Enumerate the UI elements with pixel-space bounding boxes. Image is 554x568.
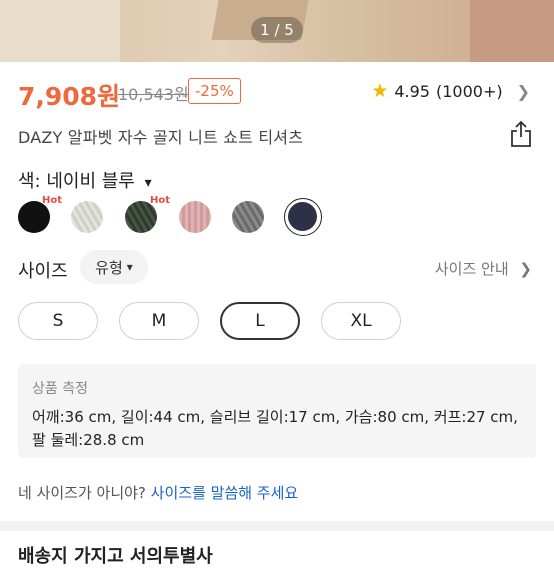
star-icon: ★	[371, 80, 389, 102]
size-option-s[interactable]: S	[18, 302, 98, 340]
size-request-link[interactable]: 사이즈를 말씀해 주세요	[151, 484, 299, 502]
rating-score: 4.95	[394, 81, 430, 101]
share-icon[interactable]	[509, 120, 533, 148]
current-price: 7,908원	[18, 82, 121, 111]
product-title: DAZY 알파벳 자수 골지 니트 쇼트 티셔츠	[18, 128, 304, 147]
size-option-xl[interactable]: XL	[321, 302, 401, 340]
measurements-title: 상품 측정	[32, 381, 88, 397]
discount-badge: -25%	[188, 78, 241, 104]
measurements-text: 어깨:36 cm, 길이:44 cm, 슬리브 길이:17 cm, 가슴:80 …	[32, 408, 518, 449]
size-type-value: 유형	[95, 258, 123, 277]
swatch-light-gray[interactable]	[71, 201, 103, 233]
size-guide-text: 사이즈 안내	[434, 260, 509, 278]
chevron-right-icon: ❯	[516, 81, 530, 101]
chevron-down-icon: ▾	[126, 260, 133, 274]
selected-color-text: 색: 네이비 블루	[18, 171, 135, 192]
size-request-question: 네 사이즈가 아니야?	[18, 484, 151, 502]
product-measurements: 상품 측정 어깨:36 cm, 길이:44 cm, 슬리브 길이:17 cm, …	[18, 364, 536, 458]
size-option-l[interactable]: L	[220, 302, 300, 340]
chevron-right-icon: ❯	[519, 260, 532, 278]
image-page-counter: 1 / 5	[251, 17, 303, 43]
review-count: (1000+)	[435, 81, 503, 101]
original-price: 10,543원	[118, 85, 189, 104]
hot-badge: Hot	[42, 195, 63, 206]
chevron-down-icon: ▾	[144, 175, 152, 191]
swatch-gray[interactable]	[232, 201, 264, 233]
image-region	[470, 0, 554, 62]
size-request: 네 사이즈가 아니야? 사이즈를 말씀해 주세요	[18, 482, 298, 503]
product-image[interactable]: 1 / 5	[0, 0, 554, 62]
size-type-dropdown[interactable]: 유형 ▾	[80, 250, 148, 284]
size-option-m[interactable]: M	[119, 302, 199, 340]
section-divider	[0, 521, 554, 531]
swatch-navy-blue[interactable]	[284, 198, 322, 236]
size-guide-link[interactable]: 사이즈 안내 ❯	[435, 258, 532, 279]
swatch-pink[interactable]	[179, 201, 211, 233]
next-section-title: 배송지 가지고 서의투별사	[18, 546, 213, 567]
size-label: 사이즈	[18, 261, 68, 282]
color-selector-label[interactable]: 색: 네이비 블루 ▾	[18, 167, 152, 193]
hot-badge: Hot	[150, 195, 171, 206]
image-region	[0, 0, 120, 62]
rating-summary[interactable]: ★ 4.95 (1000+) ❯	[371, 80, 530, 102]
